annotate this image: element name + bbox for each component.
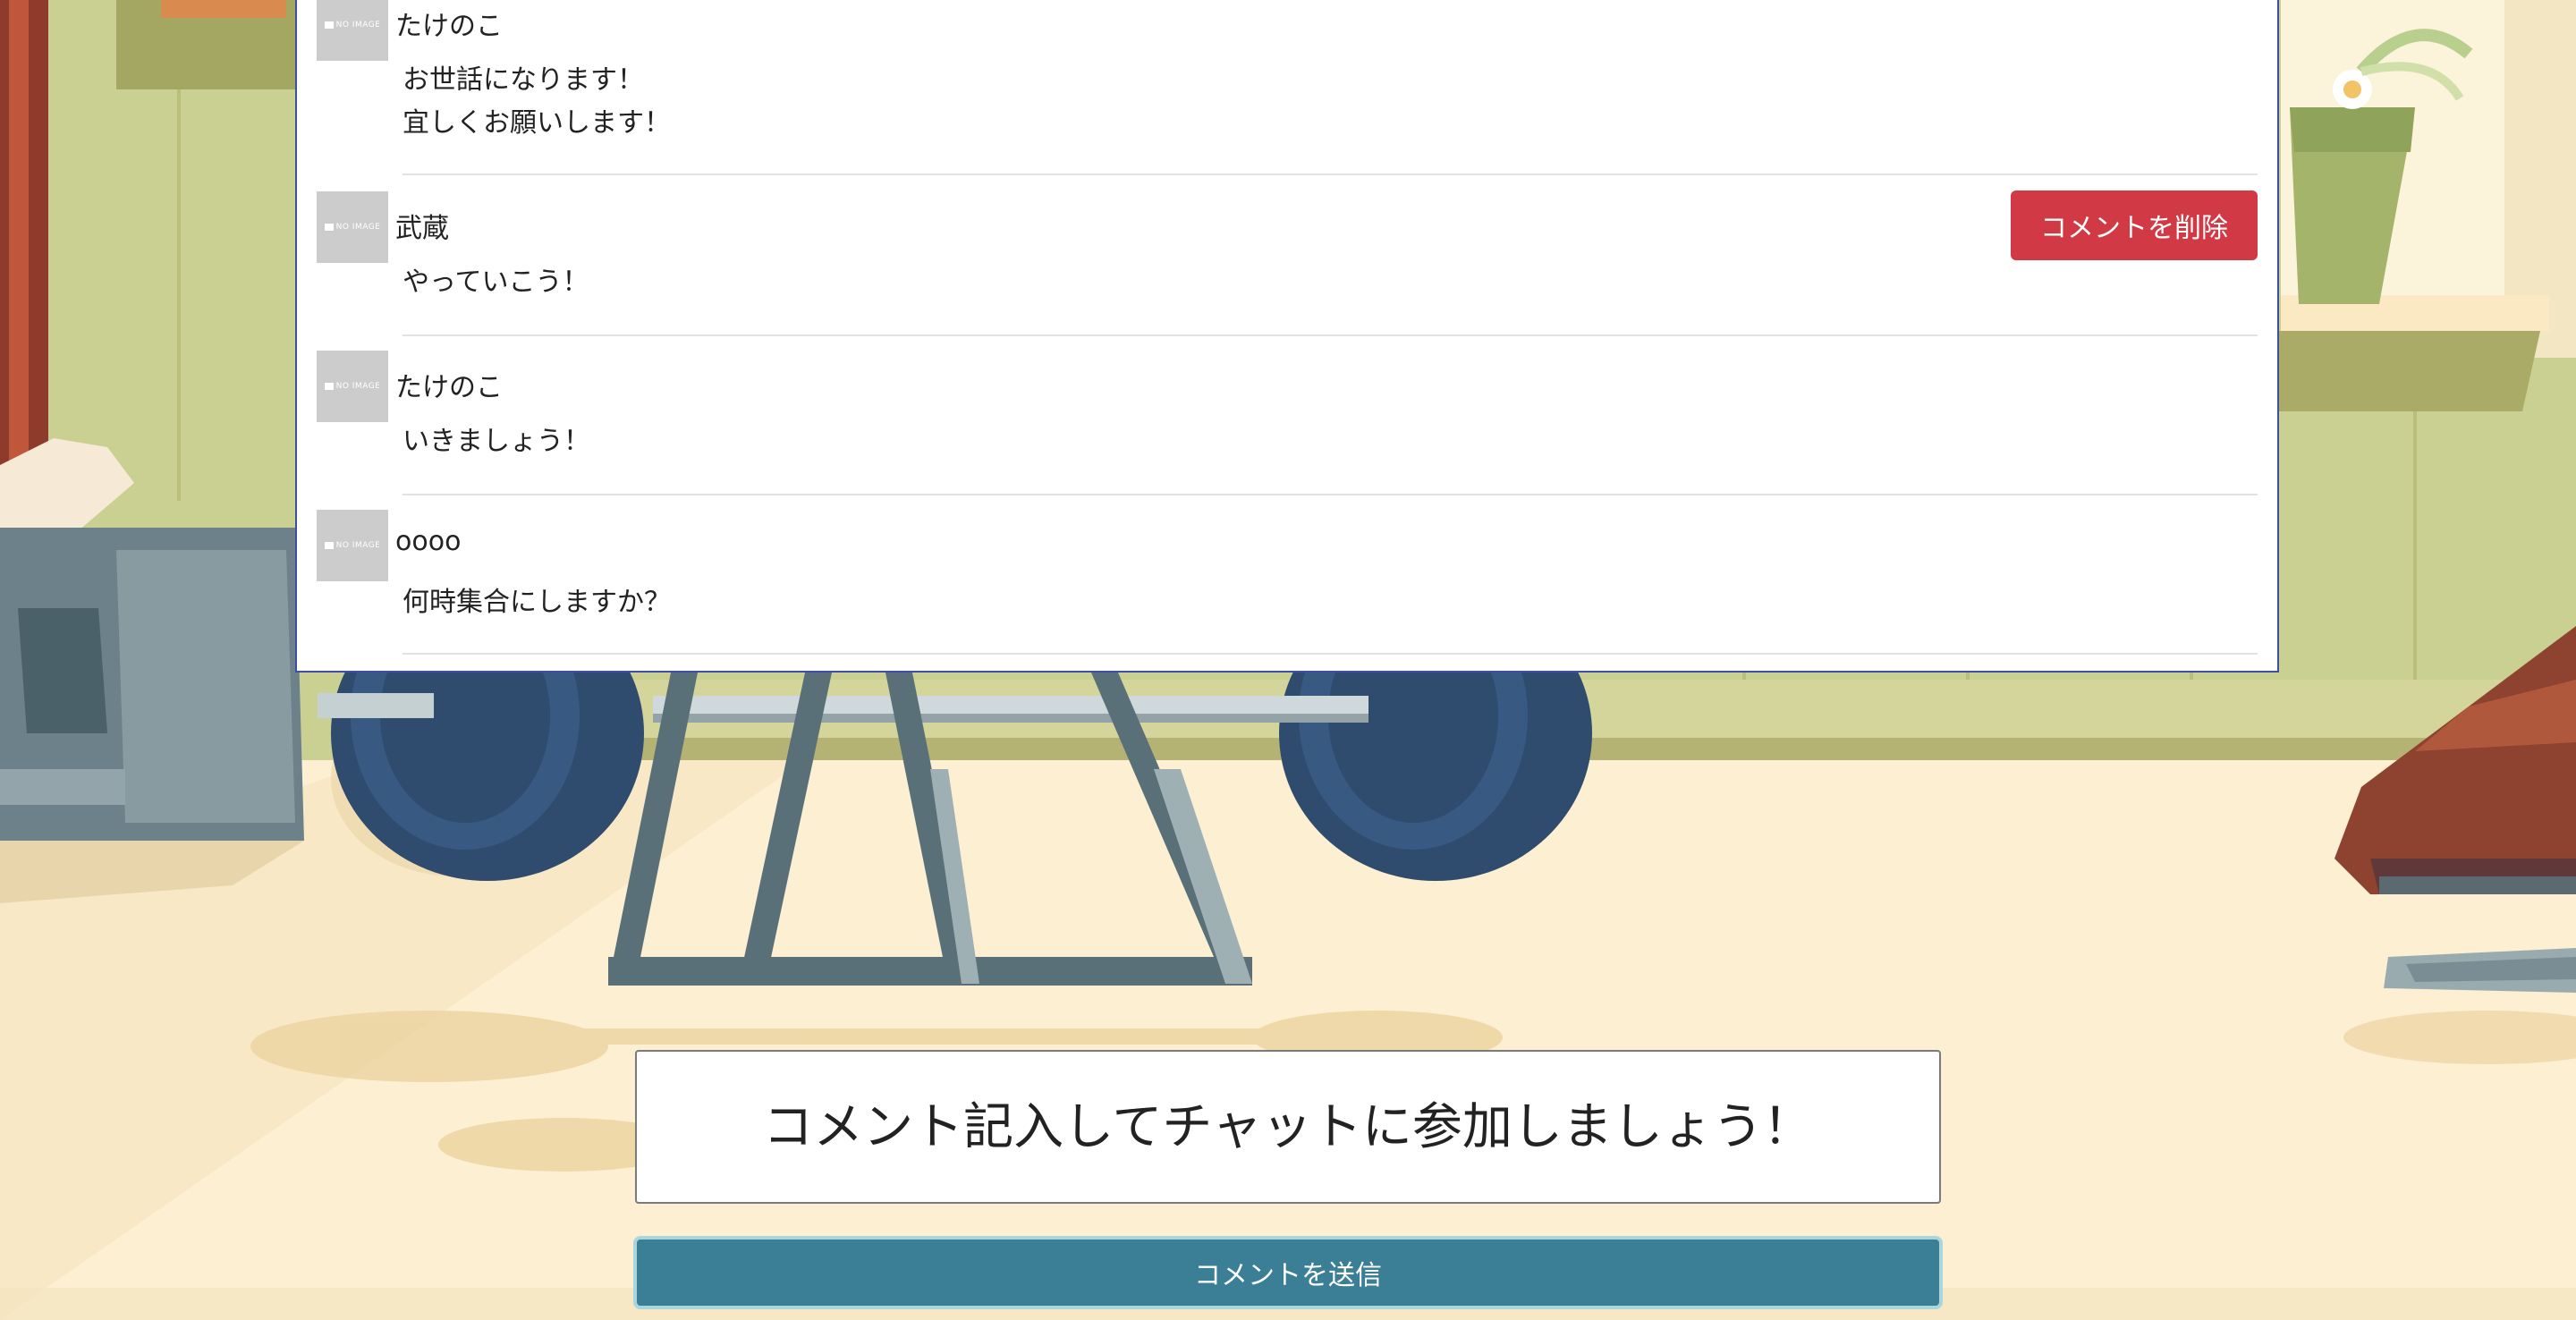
avatar: NO IMAGE (317, 191, 388, 263)
message-username: oooo (395, 526, 462, 557)
message-line: 宜しくお願いします！ (402, 107, 671, 139)
avatar: NO IMAGE (317, 0, 388, 61)
message-username: たけのこ (395, 372, 503, 403)
message-divider (402, 494, 2258, 495)
message-line: やっていこう！ (402, 267, 589, 298)
message-line: 何時集合にしますか？ (402, 587, 671, 618)
message-divider (402, 334, 2258, 336)
comment-input[interactable] (635, 1050, 1941, 1204)
message-text: やっていこう！ (402, 261, 589, 304)
image-placeholder-icon: NO IMAGE (324, 382, 381, 391)
message-username: 武蔵 (395, 213, 449, 244)
image-placeholder-icon: NO IMAGE (324, 541, 381, 550)
message-line: いきましょう！ (402, 426, 590, 457)
message-line: お世話になります！ (402, 64, 644, 96)
avatar: NO IMAGE (317, 351, 388, 422)
avatar: NO IMAGE (317, 510, 388, 581)
delete-comment-button[interactable]: コメントを削除 (2011, 190, 2258, 260)
message-text: いきましょう！ (402, 420, 590, 463)
image-placeholder-icon: NO IMAGE (324, 21, 381, 30)
message-divider (402, 173, 2258, 175)
message-username: たけのこ (395, 11, 503, 42)
message-divider (402, 653, 2258, 655)
chat-message-panel[interactable]: NO IMAGE たけのこ お世話になります！ 宜しくお願いします！ NO IM… (295, 0, 2279, 673)
message-text: 何時集合にしますか？ (402, 581, 671, 624)
message-text: お世話になります！ 宜しくお願いします！ (402, 59, 671, 145)
image-placeholder-icon: NO IMAGE (324, 223, 381, 232)
send-comment-button[interactable]: コメントを送信 (633, 1236, 1943, 1309)
